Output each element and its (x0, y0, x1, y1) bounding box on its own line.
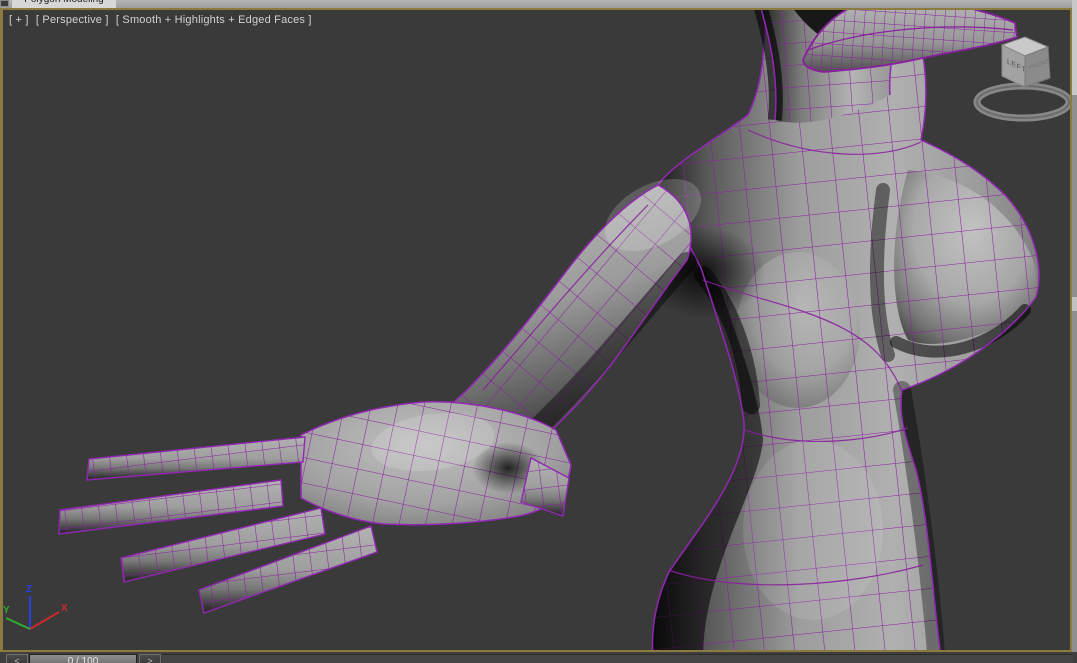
time-slider-bar[interactable]: < 0 / 100 > (0, 652, 1077, 663)
viewport-pov-menu[interactable]: [ Perspective ] (36, 14, 109, 26)
3dsmax-window: Polygon Modeling [ + ] [ Perspective ] [… (0, 0, 1077, 663)
viewport-label: [ + ] [ Perspective ] [ Smooth + Highlig… (9, 14, 316, 26)
viewport-general-menu[interactable]: [ + ] (9, 14, 29, 26)
panel-scroll-tick[interactable] (1072, 297, 1077, 311)
command-panel-edge-top (1072, 0, 1077, 95)
ribbon-tab-polygon-modeling[interactable]: Polygon Modeling (12, 0, 116, 8)
previous-frame-button[interactable]: < (6, 654, 28, 663)
axis-y-label: Y (3, 605, 10, 616)
axis-x-label: X (61, 603, 68, 614)
axis-z-label: Z (26, 584, 32, 595)
ribbon-corner-icon[interactable] (0, 0, 9, 7)
viewport-shading-menu[interactable]: [ Smooth + Highlights + Edged Faces ] (116, 14, 312, 26)
viewport-canvas[interactable]: LEFT TOP FRONT Z X Y (3, 10, 1070, 650)
ribbon-tab-label: Polygon Modeling (12, 0, 116, 5)
ribbon-strip: Polygon Modeling (0, 0, 1077, 8)
perspective-viewport[interactable]: [ + ] [ Perspective ] [ Smooth + Highlig… (0, 8, 1072, 652)
next-frame-button[interactable]: > (139, 654, 161, 663)
axis-gizmo: Z X Y (3, 584, 68, 630)
command-panel-edge (1072, 0, 1077, 663)
mesh-raised-arm[interactable] (786, 10, 1018, 73)
viewcube[interactable]: LEFT TOP FRONT (973, 36, 1070, 122)
time-slider-track[interactable] (162, 654, 1073, 663)
time-slider-handle[interactable]: 0 / 100 (29, 654, 137, 663)
